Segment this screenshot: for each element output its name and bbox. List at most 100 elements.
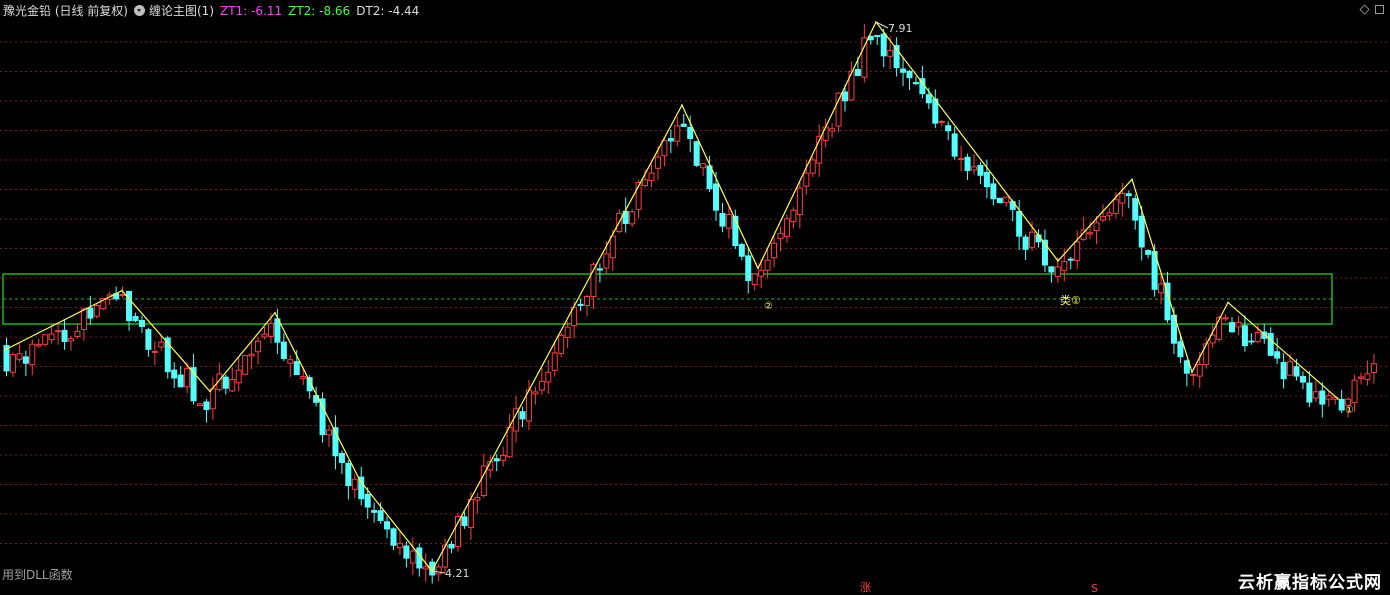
candle-body: [1306, 382, 1313, 403]
candle-body: [184, 368, 191, 388]
candle-body: [68, 338, 74, 342]
candle-down: [190, 353, 197, 405]
buy-point-1-label: ①: [1345, 405, 1354, 416]
candle-body: [809, 159, 816, 174]
candle-body: [971, 166, 977, 171]
candle-up: [506, 413, 513, 459]
candle-body: [132, 315, 139, 322]
candle-body: [977, 164, 984, 176]
candle-down: [951, 126, 958, 160]
candle-body: [900, 68, 907, 73]
candle-up: [229, 367, 236, 393]
zigzag-pivot: [209, 390, 211, 393]
candle-body: [1048, 266, 1055, 273]
candle-body: [235, 369, 242, 384]
candle-body: [48, 333, 55, 341]
candle-up: [235, 357, 242, 392]
candle-up: [835, 91, 842, 133]
candle-down: [274, 308, 281, 355]
candle-body: [1112, 199, 1119, 214]
candle-down: [900, 56, 907, 86]
candle-down: [448, 540, 455, 554]
candle-body: [764, 259, 771, 271]
candle-down: [293, 350, 300, 376]
candle-body: [151, 350, 158, 353]
candle-body: [674, 125, 681, 142]
candle-up: [777, 226, 784, 252]
candle-down: [1338, 389, 1345, 413]
candle-up: [1112, 192, 1119, 219]
candle-up: [790, 207, 797, 229]
candle-down: [416, 543, 423, 577]
candle-body: [255, 340, 262, 353]
candle-up: [1029, 221, 1036, 252]
candle-body: [1132, 197, 1139, 221]
candle-body: [842, 91, 848, 102]
candle-body: [1003, 196, 1010, 203]
candle-body: [338, 452, 345, 463]
candle-down: [932, 89, 939, 129]
candle-body: [629, 211, 636, 225]
candle-down: [622, 197, 629, 233]
candle-up: [783, 214, 790, 243]
candle-body: [1364, 373, 1371, 381]
candle-up: [93, 303, 100, 319]
candle-up: [74, 324, 81, 339]
candle-up: [1190, 373, 1197, 386]
candle-up: [564, 321, 571, 349]
candle-body: [145, 329, 152, 350]
zigzag-pivot: [1337, 398, 1339, 400]
candle-body: [912, 82, 919, 85]
candle-body: [1280, 361, 1287, 380]
candle-down: [3, 337, 10, 377]
candle-up: [242, 355, 249, 376]
candle-down: [1067, 256, 1074, 270]
candlestick-chart[interactable]: 7.91 4.21 ② 类① ① 涨 S: [0, 0, 1390, 595]
candle-up: [584, 295, 590, 317]
candle-body: [1312, 391, 1319, 399]
candle-body: [648, 172, 655, 181]
candle-up: [771, 236, 778, 268]
candle-body: [280, 341, 287, 359]
candle-up: [396, 530, 403, 556]
candle-body: [777, 232, 784, 240]
high-price-label: 7.91: [888, 22, 913, 35]
candle-up: [1312, 380, 1319, 402]
candle-up: [261, 326, 268, 340]
candle-body: [455, 516, 461, 548]
candle-up: [35, 338, 42, 348]
candle-down: [577, 299, 584, 311]
zigzag-pivot: [757, 267, 759, 270]
candle-body: [693, 141, 700, 166]
candle-up: [1003, 196, 1010, 207]
candle-down: [1241, 315, 1248, 352]
candle-body: [1029, 231, 1036, 248]
candle-down: [1280, 353, 1287, 389]
candle-body: [351, 478, 358, 490]
candle-down: [945, 121, 952, 141]
candle-body: [964, 156, 971, 172]
candle-down: [132, 312, 139, 322]
candle-body: [87, 307, 94, 319]
candle-body: [326, 429, 332, 436]
candle-body: [1138, 215, 1145, 248]
candle-down: [519, 406, 526, 428]
candle-body: [680, 123, 687, 127]
candle-up: [9, 352, 16, 377]
candle-body: [887, 49, 894, 57]
candle-down: [874, 34, 881, 45]
candle-down: [964, 153, 971, 180]
candle-body: [545, 371, 552, 383]
candle-down: [596, 263, 603, 283]
candle-body: [177, 374, 184, 388]
candle-body: [661, 140, 668, 157]
candle-body: [642, 179, 649, 187]
candle-down: [1145, 249, 1152, 259]
candle-body: [1054, 266, 1061, 277]
candle-up: [861, 24, 868, 83]
candle-up: [500, 446, 507, 467]
candle-up: [513, 395, 520, 443]
candle-body: [384, 521, 391, 530]
candle-up: [938, 119, 945, 127]
zigzag-pivot: [1191, 371, 1193, 374]
